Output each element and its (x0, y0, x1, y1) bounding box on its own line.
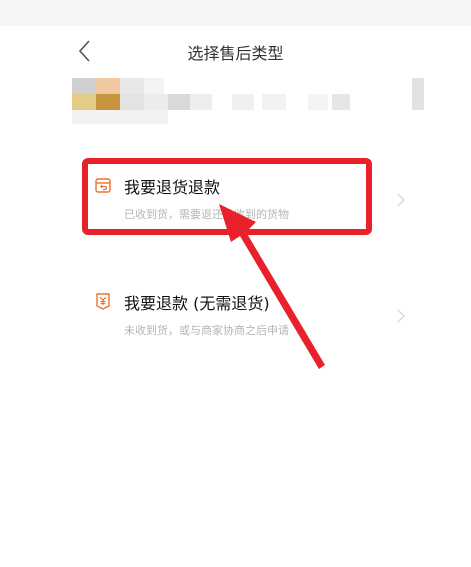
option-title: 我要退货退款 (124, 178, 221, 197)
status-bar (0, 0, 471, 26)
option-description: 未收到货，或与商家协商之后申请 (124, 324, 289, 337)
page-title: 选择售后类型 (187, 44, 284, 63)
return-box-icon (94, 176, 112, 194)
chevron-right-icon (397, 309, 405, 323)
product-summary-blurred (72, 78, 424, 126)
option-title: 我要退款 (无需退货) (124, 294, 270, 313)
yen-icon (94, 292, 112, 310)
header: 选择售后类型 (0, 26, 471, 76)
option-refund-only[interactable]: 我要退款 (无需退货) 未收到货，或与商家协商之后申请 (82, 280, 405, 354)
option-return-and-refund[interactable]: 我要退货退款 已收到货，需要退还已收到的货物 (82, 164, 405, 238)
option-description: 已收到货，需要退还已收到的货物 (124, 208, 289, 221)
chevron-right-icon (397, 193, 405, 207)
